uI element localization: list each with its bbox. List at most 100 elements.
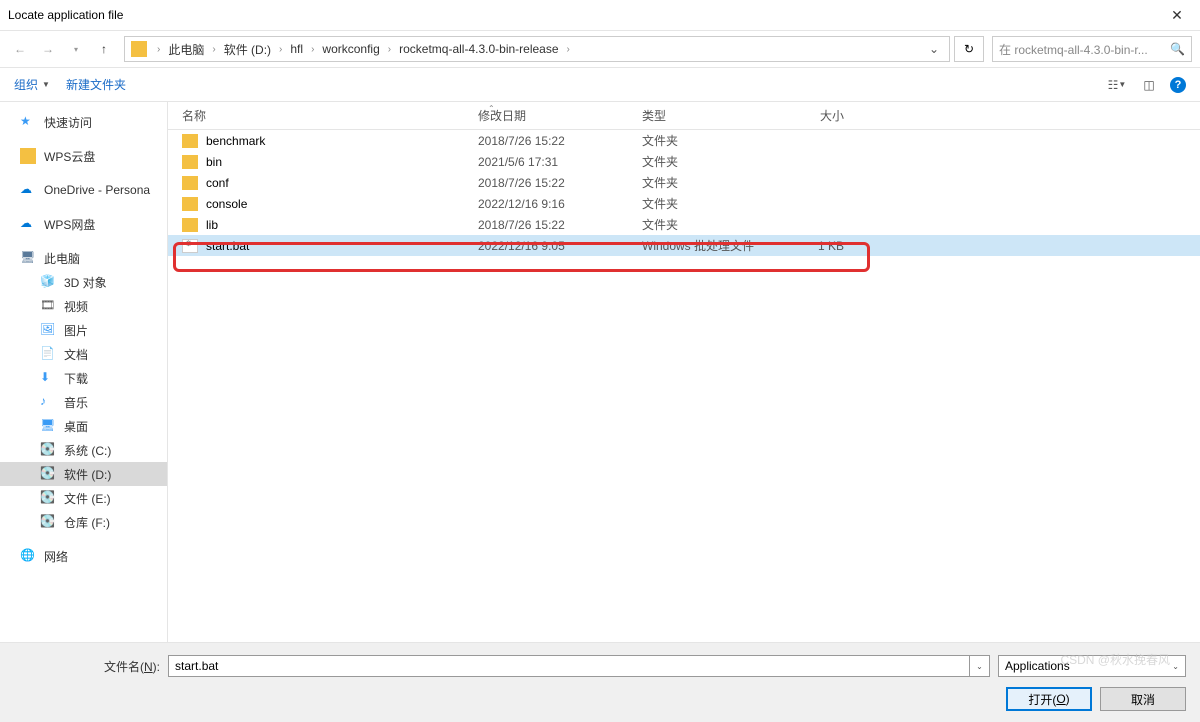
sidebar-item-3d[interactable]: 🧊3D 对象	[0, 270, 167, 294]
folder-icon	[20, 148, 36, 164]
cloud-icon: ☁	[20, 182, 36, 198]
sidebar-item-docs[interactable]: 📄文档	[0, 342, 167, 366]
titlebar: Locate application file ✕	[0, 0, 1200, 30]
table-row[interactable]: start.bat2022/12/16 9:05Windows 批处理文件1 K…	[168, 235, 1200, 256]
organize-menu[interactable]: 组织▼	[14, 76, 50, 93]
filename-row: 文件名(N): ⌄ Applications ⌄	[104, 655, 1186, 677]
music-icon: ♪	[40, 394, 56, 410]
drive-icon: 💽	[40, 514, 56, 530]
sidebar-item-music[interactable]: ♪音乐	[0, 390, 167, 414]
column-headers: 名称 修改日期 类型 大小	[168, 102, 1200, 130]
breadcrumb-dropdown[interactable]: ⌄	[923, 42, 945, 56]
breadcrumb-seg[interactable]: 此电脑	[166, 39, 206, 60]
chevron-right-icon[interactable]: ›	[273, 44, 288, 55]
file-date: 2021/5/6 17:31	[478, 155, 642, 169]
open-button[interactable]: 打开(O)	[1006, 687, 1092, 711]
forward-button[interactable]: →	[36, 37, 60, 61]
network-icon: 🌐	[20, 548, 36, 564]
breadcrumb-seg[interactable]: workconfig	[320, 40, 381, 58]
file-date: 2018/7/26 15:22	[478, 134, 642, 148]
breadcrumb-seg[interactable]: 软件 (D:)	[222, 39, 273, 60]
sidebar-item-quick[interactable]: ★快速访问	[0, 110, 167, 134]
back-button[interactable]: ←	[8, 37, 32, 61]
toolbar-right: ☷ ▼ ◫ ?	[1106, 74, 1186, 96]
sidebar-item-pictures[interactable]: 🖼图片	[0, 318, 167, 342]
sidebar-item-network[interactable]: 🌐网络	[0, 544, 167, 568]
download-icon: ⬇	[40, 370, 56, 386]
sidebar-item-drived[interactable]: 💽软件 (D:)	[0, 462, 167, 486]
drive-icon: 💽	[40, 442, 56, 458]
nav-bar: ← → ▾ ↑ › 此电脑 › 软件 (D:) › hfl › workconf…	[0, 30, 1200, 68]
sidebar-item-thispc[interactable]: 🖥此电脑	[0, 246, 167, 270]
chevron-right-icon[interactable]: ›	[305, 44, 320, 55]
col-name[interactable]: 名称	[182, 107, 478, 124]
table-row[interactable]: benchmark2018/7/26 15:22文件夹	[168, 130, 1200, 151]
video-icon: 🎞	[40, 298, 56, 314]
file-name: benchmark	[206, 134, 478, 148]
cube-icon: 🧊	[40, 274, 56, 290]
breadcrumb-seg[interactable]: rocketmq-all-4.3.0-bin-release	[397, 40, 560, 58]
search-placeholder: 在 rocketmq-all-4.3.0-bin-r...	[999, 41, 1148, 58]
col-size[interactable]: 大小	[778, 107, 858, 124]
up-button[interactable]: ↑	[92, 37, 116, 61]
file-name: bin	[206, 155, 478, 169]
main-area: ★快速访问 WPS云盘 ☁OneDrive - Persona ☁WPS网盘 🖥…	[0, 102, 1200, 642]
sidebar-item-drivef[interactable]: 💽仓库 (F:)	[0, 510, 167, 534]
file-type: 文件夹	[642, 153, 778, 170]
sidebar-item-wpscloud[interactable]: WPS云盘	[0, 144, 167, 168]
close-icon[interactable]: ✕	[1162, 7, 1192, 24]
file-type: 文件夹	[642, 195, 778, 212]
cloud-icon: ☁	[20, 216, 36, 232]
refresh-button[interactable]: ↻	[954, 36, 984, 62]
chevron-right-icon[interactable]: ›	[561, 44, 576, 55]
drive-icon: 💽	[40, 466, 56, 482]
sidebar-item-drivec[interactable]: 💽系统 (C:)	[0, 438, 167, 462]
chevron-right-icon[interactable]: ›	[151, 44, 166, 55]
sidebar: ★快速访问 WPS云盘 ☁OneDrive - Persona ☁WPS网盘 🖥…	[0, 102, 168, 642]
search-input[interactable]: 在 rocketmq-all-4.3.0-bin-r... 🔍	[992, 36, 1192, 62]
new-folder-button[interactable]: 新建文件夹	[66, 76, 126, 93]
file-name: conf	[206, 176, 478, 190]
table-row[interactable]: conf2018/7/26 15:22文件夹	[168, 172, 1200, 193]
button-row: 打开(O) 取消	[14, 687, 1186, 711]
sidebar-item-drivee[interactable]: 💽文件 (E:)	[0, 486, 167, 510]
file-name: start.bat	[206, 239, 478, 253]
breadcrumb[interactable]: › 此电脑 › 软件 (D:) › hfl › workconfig › roc…	[124, 36, 950, 62]
sidebar-item-onedrive[interactable]: ☁OneDrive - Persona	[0, 178, 167, 202]
chevron-right-icon[interactable]: ›	[382, 44, 397, 55]
filename-label: 文件名(N):	[104, 658, 160, 675]
file-type: 文件夹	[642, 132, 778, 149]
col-type[interactable]: 类型	[642, 107, 778, 124]
sort-indicator-icon: ⌃	[488, 104, 495, 113]
col-date[interactable]: 修改日期	[478, 107, 642, 124]
chevron-right-icon[interactable]: ›	[206, 44, 221, 55]
sidebar-item-video[interactable]: 🎞视频	[0, 294, 167, 318]
file-type: 文件夹	[642, 174, 778, 191]
file-date: 2018/7/26 15:22	[478, 218, 642, 232]
filename-input[interactable]	[168, 655, 970, 677]
file-type: Windows 批处理文件	[642, 237, 778, 254]
drive-icon: 💽	[40, 490, 56, 506]
file-type: 文件夹	[642, 216, 778, 233]
chevron-down-icon: ⌄	[1172, 662, 1179, 671]
help-icon[interactable]: ?	[1170, 77, 1186, 93]
view-options-icon[interactable]: ☷ ▼	[1106, 74, 1128, 96]
recent-button[interactable]: ▾	[64, 37, 88, 61]
folder-icon	[182, 155, 198, 169]
watermark: CSDN @秋水挽春风	[1060, 651, 1170, 668]
image-icon: 🖼	[40, 322, 56, 338]
filename-dropdown[interactable]: ⌄	[970, 655, 990, 677]
file-name: lib	[206, 218, 478, 232]
preview-pane-icon[interactable]: ◫	[1138, 74, 1160, 96]
table-row[interactable]: lib2018/7/26 15:22文件夹	[168, 214, 1200, 235]
sidebar-item-wpsnet[interactable]: ☁WPS网盘	[0, 212, 167, 236]
table-row[interactable]: bin2021/5/6 17:31文件夹	[168, 151, 1200, 172]
sidebar-item-desktop[interactable]: 🖥桌面	[0, 414, 167, 438]
table-row[interactable]: console2022/12/16 9:16文件夹	[168, 193, 1200, 214]
file-size: 1 KB	[778, 239, 858, 253]
toolbar: 组织▼ 新建文件夹 ☷ ▼ ◫ ?	[0, 68, 1200, 102]
breadcrumb-seg[interactable]: hfl	[288, 40, 305, 58]
sidebar-item-downloads[interactable]: ⬇下载	[0, 366, 167, 390]
computer-icon: 🖥	[20, 250, 36, 266]
cancel-button[interactable]: 取消	[1100, 687, 1186, 711]
